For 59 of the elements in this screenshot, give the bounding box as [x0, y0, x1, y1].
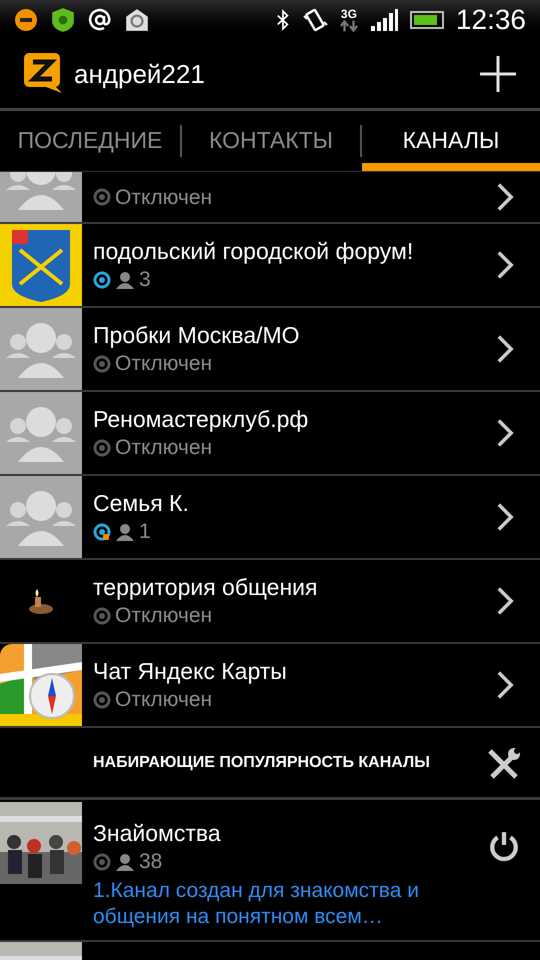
status-text: Отключен: [115, 186, 212, 208]
status-text: Отключен: [115, 353, 212, 374]
at-sign-icon: [88, 8, 112, 32]
tab[interactable]: КАНАЛЫ: [362, 111, 540, 171]
compass-map-icon: [0, 644, 82, 726]
channel-row[interactable]: Реномастерклуб.рф Отключен: [0, 392, 540, 476]
plus-icon[interactable]: [480, 56, 516, 92]
status-text: Отключен: [115, 437, 212, 458]
tab[interactable]: ПОСЛЕДНИЕ: [0, 111, 180, 171]
blocked-icon: [14, 8, 38, 32]
tab[interactable]: КОНТАКТЫ: [182, 111, 360, 171]
data-arrows-icon: [340, 20, 358, 32]
channel-title: Знайомства: [93, 822, 222, 845]
group-avatar-icon: [0, 308, 82, 390]
chevron-right-icon: [496, 586, 514, 616]
channel-title: Семья К.: [93, 492, 190, 515]
signal-icon: [370, 8, 398, 32]
channel-title: Реномастерклуб.рф: [93, 408, 310, 431]
status-text: Отключен: [115, 605, 212, 626]
trending-channel-row[interactable]: Знайомства 38 1.Канал создан для знакомства и общения на понятном всем…: [0, 800, 540, 942]
channel-row[interactable]: подольский городской форум! 3: [0, 224, 540, 308]
chevron-right-icon: [496, 418, 514, 448]
person-icon: [115, 270, 135, 290]
channel-description: 1.Канал создан для знакомства и общения на понятном всем…: [93, 878, 420, 930]
section-title: НАБИРАЮЩИЕ ПОПУЛЯРНОСТЬ КАНАЛЫ: [93, 752, 431, 772]
chevron-right-icon: [496, 250, 514, 280]
battery-icon: [410, 11, 444, 29]
member-count: 3: [139, 269, 151, 290]
chevron-right-icon: [496, 502, 514, 532]
presence-icon: [93, 852, 111, 870]
member-count: 1: [139, 521, 151, 542]
channel-title: территория общения: [93, 576, 318, 599]
channel-row[interactable]: Отключен: [0, 172, 540, 224]
vibrate-icon: [302, 8, 328, 32]
channel-row[interactable]: Семья К. 1: [0, 476, 540, 560]
chevron-right-icon: [496, 182, 514, 212]
channel-title: подольский городской форум!: [93, 240, 414, 263]
chevron-right-icon: [496, 670, 514, 700]
channel-title: Пробки Москва/МО: [93, 324, 301, 347]
channel-row[interactable]: территория общения Отключен: [0, 560, 540, 644]
power-icon[interactable]: [488, 830, 520, 862]
person-icon: [115, 522, 135, 542]
person-icon: [115, 852, 135, 872]
network-type: 3G: [340, 8, 357, 20]
status-text: Отключен: [115, 689, 212, 710]
bluetooth-icon: [276, 8, 290, 32]
coat-of-arms-icon: [0, 224, 82, 306]
chevron-right-icon: [496, 334, 514, 364]
clock: 12:36: [456, 3, 526, 37]
member-count: 38: [139, 851, 162, 872]
account-name: андрей221: [74, 58, 206, 90]
channel-row[interactable]: Чат Яндекс Карты Отключен: [0, 644, 540, 728]
group-avatar-icon: [0, 392, 82, 474]
group-avatar-icon: [0, 476, 82, 558]
channel-row[interactable]: Пробки Москва/МО Отключен: [0, 308, 540, 392]
app-logo: [24, 53, 64, 95]
channel-title: Чат Яндекс Карты: [93, 660, 288, 683]
shield-icon: [50, 7, 76, 33]
lighter-icon: [27, 587, 55, 615]
